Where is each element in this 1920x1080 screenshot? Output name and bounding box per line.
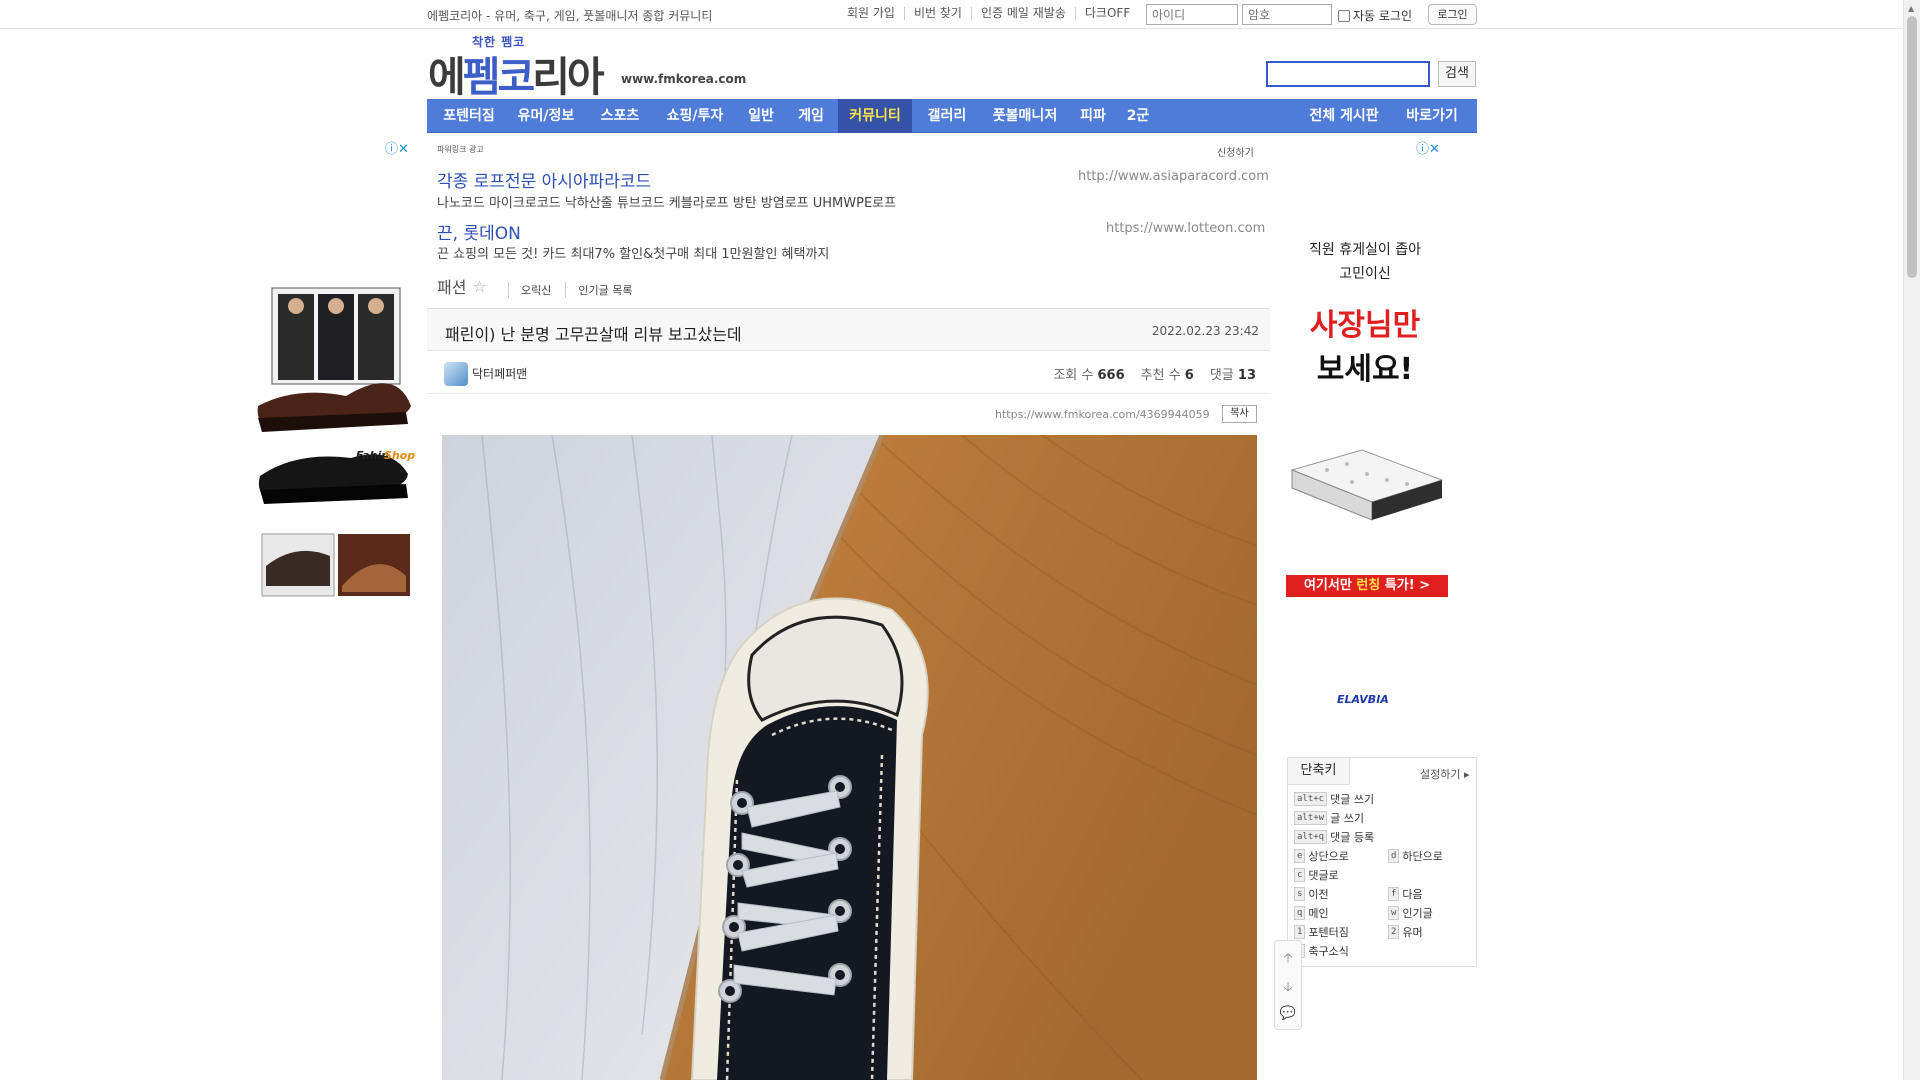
logo-text: 에펨코리아: [428, 53, 605, 101]
ad-description: 나노코드 마이크로코드 낙하산줄 튜브코드 케블라로프 방탄 방염로프 UHMW…: [437, 196, 897, 211]
nav-item-general[interactable]: 일반: [739, 99, 783, 133]
comment-icon[interactable]: 💬: [1275, 1006, 1301, 1021]
right-banner-ad[interactable]: 직원 휴게실이 좁아 고민이신 사장님만 보세요! 여기서만 런칭 특가! > E…: [1285, 150, 1448, 725]
adchoices-icon[interactable]: ⓘ✕: [385, 138, 409, 157]
shortcut-item: w 인기글: [1388, 905, 1433, 921]
ad-url[interactable]: https://www.lotteon.com: [1106, 221, 1265, 236]
ad-headline-red: 사장님만: [1309, 308, 1421, 343]
post-stats: 조회 수 666 추천 수 6 댓글 13: [1053, 364, 1256, 383]
main-nav: 포텐터짐 유머/정보 스포츠 쇼핑/투자 일반 게임 커뮤니티 갤러리 풋볼매니…: [427, 99, 1477, 133]
nav-shortcuts[interactable]: 바로가기: [1395, 99, 1469, 133]
nav-item-fifa[interactable]: 피파: [1073, 99, 1113, 133]
ad-description: 끈 쇼핑의 모든 것! 카드 최대7% 할인&첫구매 최대 1만원할인 혜택까지: [437, 247, 830, 262]
nav-item-gallery[interactable]: 갤러리: [917, 99, 977, 133]
ad-apply-link[interactable]: 신청하기: [1217, 144, 1254, 159]
shortcut-item: q 메인: [1294, 905, 1329, 921]
shortcut-item: f 다음: [1388, 886, 1423, 902]
nav-item-2gun[interactable]: 2군: [1117, 99, 1159, 133]
top-utility-bar: 에펨코리아 - 유머, 축구, 게임, 풋볼매니저 종합 커뮤니티 회원 가입 …: [0, 0, 1903, 29]
signup-link[interactable]: 회원 가입: [838, 7, 904, 20]
nav-item-humor[interactable]: 유머/정보: [507, 99, 585, 133]
auto-login-label: 자동 로그인: [1353, 9, 1413, 23]
top-links: 회원 가입 비번 찾기 인증 메일 재발송 다크OFF: [838, 7, 1139, 20]
permalink[interactable]: https://www.fmkorea.com/4369944059: [995, 408, 1210, 421]
author-name[interactable]: 닥터페퍼맨: [472, 365, 527, 382]
sneaker-photo: [442, 435, 1257, 1080]
auto-login[interactable]: 자동 로그인: [1338, 7, 1412, 24]
ad-line: 직원 휴게실이 좁아 고민이신: [1309, 242, 1421, 282]
password-input[interactable]: [1242, 4, 1332, 25]
board-title: 패션: [437, 278, 467, 297]
search-button[interactable]: 검색: [1438, 61, 1476, 87]
scroll-bottom-icon[interactable]: 🡣: [1275, 978, 1301, 1000]
shortcut-item: 2 유머: [1388, 924, 1423, 940]
svg-text:Shop: Shop: [384, 449, 415, 462]
resend-auth-mail-link[interactable]: 인증 메일 재발송: [970, 7, 1075, 20]
site-url: www.fmkorea.com: [621, 72, 747, 86]
auto-login-checkbox[interactable]: [1338, 9, 1350, 22]
board-link-orixin[interactable]: 오릭신: [508, 282, 565, 298]
shortcut-panel: 단축키 설정하기 ▸ alt+c 댓글 쓰기 alt+w 글 쓰기 alt+q 댓글 …: [1287, 757, 1477, 967]
star-icon[interactable]: ☆: [472, 277, 486, 296]
mattress-image: [1290, 449, 1444, 521]
find-password-link[interactable]: 비번 찾기: [903, 7, 971, 20]
ad-brand-logo: ELAVBIA: [1337, 693, 1389, 706]
shortcut-settings-link[interactable]: 설정하기 ▸: [1420, 766, 1470, 782]
shortcut-item: 1 포텐터짐: [1294, 924, 1349, 940]
ad-headline-black: 보세요!: [1316, 352, 1414, 387]
post-header: 패린이) 난 분명 고무끈살때 리뷰 보고샀는데 2022.02.23 23:4…: [427, 308, 1270, 351]
shoe-ad-image: Fahin Shop: [257, 287, 415, 597]
nav-item-community[interactable]: 커뮤니티: [838, 99, 912, 133]
nav-item-football-manager[interactable]: 풋볼매니저: [982, 99, 1068, 133]
ad-title[interactable]: 각종 로프전문 아시아파라코드: [437, 167, 651, 192]
search-input[interactable]: [1266, 61, 1430, 87]
shortcut-item: alt+c 댓글 쓰기: [1294, 791, 1374, 807]
ad-url[interactable]: http://www.asiaparacord.com: [1078, 169, 1269, 184]
nav-item-potenteojim[interactable]: 포텐터짐: [437, 99, 501, 133]
copy-link-button[interactable]: 복사: [1222, 405, 1257, 423]
shortcut-item: d 하단으로: [1388, 848, 1443, 864]
ad-title[interactable]: 끈, 롯데ON: [437, 219, 521, 244]
nav-all-boards[interactable]: 전체 게시판: [1297, 99, 1391, 133]
id-input[interactable]: [1146, 4, 1238, 25]
scroll-top-icon[interactable]: 🡡: [1275, 949, 1301, 971]
author-row: 닥터페퍼맨 조회 수 666 추천 수 6 댓글 13: [427, 352, 1270, 394]
scroll-up-arrow-icon[interactable]: ▲: [1908, 4, 1914, 13]
shortcut-item: alt+q 댓글 등록: [1294, 829, 1374, 845]
shortcut-item: alt+w 글 쓰기: [1294, 810, 1364, 826]
shortcut-item: s 이전: [1294, 886, 1329, 902]
board-name[interactable]: 패션 ☆: [437, 274, 487, 298]
board-link-popular[interactable]: 인기글 목록: [565, 282, 646, 298]
site-logo[interactable]: 착한 펨코 에펨코리아: [428, 33, 608, 101]
comments-stat: 댓글 13: [1209, 368, 1256, 383]
login-button[interactable]: 로그인: [1428, 4, 1477, 25]
views-stat: 조회 수 666: [1053, 368, 1125, 383]
shortcut-item: c 댓글로: [1294, 867, 1339, 883]
powerlink-label: 파워링크 광고: [437, 145, 484, 154]
shortcut-tab[interactable]: 단축키: [1288, 758, 1350, 785]
post-title: 패린이) 난 분명 고무끈살때 리뷰 보고샀는데: [445, 325, 742, 344]
recommend-stat: 추천 수 6: [1140, 368, 1194, 383]
post-image[interactable]: [442, 435, 1257, 1080]
shortcut-item: e 상단으로: [1294, 848, 1349, 864]
left-banner-ad[interactable]: Fahin Shop: [256, 286, 418, 604]
site-description: 에펨코리아 - 유머, 축구, 게임, 풋볼매니저 종합 커뮤니티: [427, 9, 713, 23]
post-date: 2022.02.23 23:42: [1151, 324, 1259, 338]
dark-mode-toggle[interactable]: 다크OFF: [1074, 7, 1139, 20]
nav-item-sports[interactable]: 스포츠: [590, 99, 650, 133]
scrollbar-thumb[interactable]: [1907, 16, 1917, 278]
avatar[interactable]: [444, 362, 468, 386]
floating-nav: 🡡 🡣 💬: [1274, 940, 1302, 1030]
nav-item-shopping[interactable]: 쇼핑/투자: [655, 99, 735, 133]
board-links: 오릭신 인기글 목록: [508, 282, 646, 298]
page-scrollbar[interactable]: ▲: [1903, 0, 1920, 1080]
ad-promo-bar[interactable]: 여기서만 런칭 특가! >: [1286, 575, 1448, 597]
shortcut-item: 3축구소식: [1294, 943, 1349, 959]
nav-item-game[interactable]: 게임: [788, 99, 834, 133]
